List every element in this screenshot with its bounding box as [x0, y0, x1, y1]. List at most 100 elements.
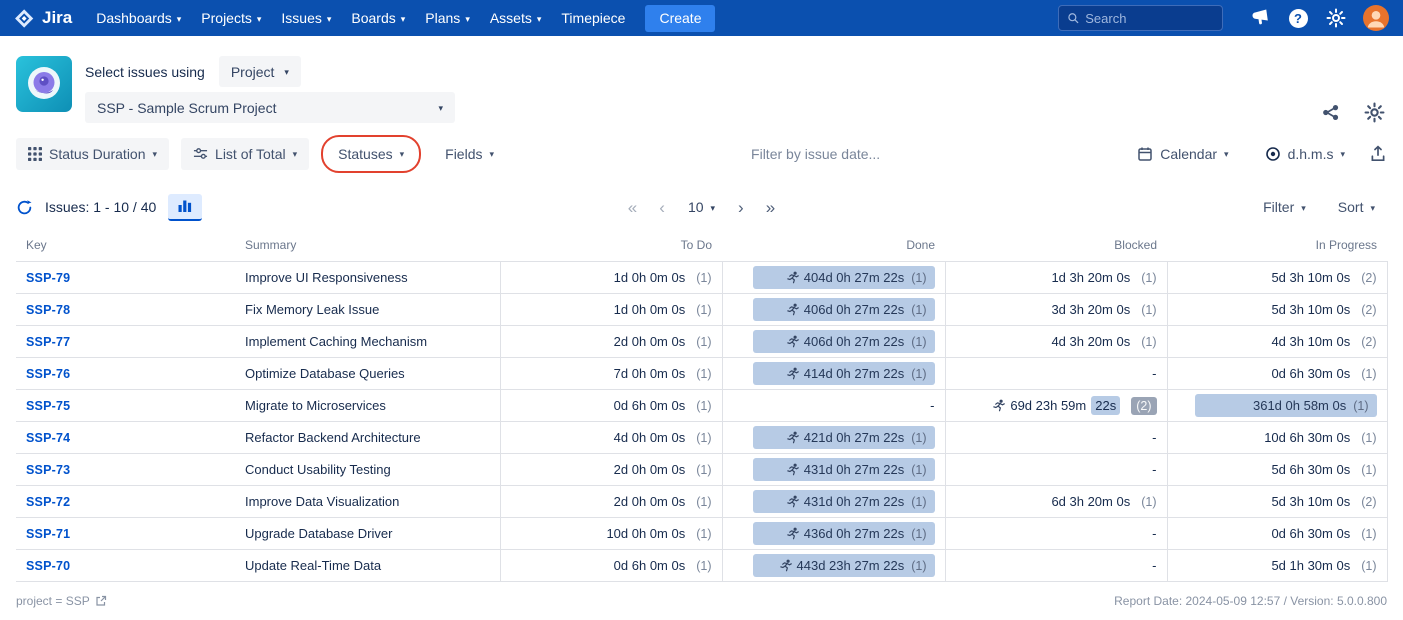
nav-item-assets[interactable]: Assets ▾ [480, 10, 552, 26]
duration-value: 414d 0h 27m 22s [803, 366, 905, 381]
settings-button[interactable] [1321, 2, 1351, 34]
duration-cell: 406d 0h 27m 22s (1) [722, 293, 946, 326]
table-body: SSP-79 Improve UI Responsiveness 1d 0h 0m … [16, 261, 1388, 582]
issue-key-link[interactable]: SSP-74 [26, 431, 70, 445]
statuses-dropdown[interactable]: Statuses ▾ [326, 138, 416, 170]
project-dropdown[interactable]: SSP - Sample Scrum Project ▾ [85, 92, 455, 123]
issue-key-link[interactable]: SSP-70 [26, 559, 70, 573]
issue-count-badge: (1) [911, 558, 927, 573]
announcements-button[interactable] [1245, 2, 1275, 34]
summary-cell: Implement Caching Mechanism [235, 325, 501, 358]
issue-count-badge: (1) [1361, 462, 1377, 477]
runner-icon [787, 367, 799, 380]
issue-key-link[interactable]: SSP-77 [26, 335, 70, 349]
nav-item-projects[interactable]: Projects ▾ [191, 10, 271, 26]
column-header-done[interactable]: Done [722, 238, 945, 262]
navbar-search[interactable] [1058, 5, 1223, 31]
report-settings-button[interactable] [1364, 102, 1385, 123]
nav-item-issues[interactable]: Issues ▾ [271, 10, 341, 26]
chart-view-button[interactable] [168, 193, 203, 221]
issue-key-link[interactable]: SSP-73 [26, 463, 70, 477]
duration-cell: 414d 0h 27m 22s (1) [722, 357, 946, 390]
nav-item-plans[interactable]: Plans ▾ [415, 10, 480, 26]
summary-cell: Improve UI Responsiveness [235, 261, 501, 294]
nav-item-label: Timepiece [561, 10, 626, 26]
duration-value: 5d 1h 30m 0s [1271, 558, 1351, 573]
issue-count-badge: (1) [696, 558, 712, 573]
issue-key-link[interactable]: SSP-79 [26, 271, 70, 285]
nav-item-label: Projects [201, 10, 252, 26]
issue-key-link[interactable]: SSP-76 [26, 367, 70, 381]
chevron-down-icon: ▾ [400, 13, 406, 24]
chevron-down-icon: ▾ [465, 13, 470, 24]
first-page-button[interactable]: « [617, 199, 648, 216]
summary-cell: Migrate to Microservices [235, 389, 501, 422]
jql-text: project = SSP [16, 594, 90, 608]
column-header-blocked[interactable]: Blocked [945, 238, 1167, 262]
issue-key-link[interactable]: SSP-71 [26, 527, 70, 541]
duration-cell: 10d 6h 30m 0s (1) [1167, 421, 1388, 454]
export-button[interactable] [1369, 145, 1387, 163]
duration-value: 5d 6h 30m 0s [1271, 462, 1351, 477]
duration-cell: 10d 0h 0m 0s (1) [500, 517, 723, 550]
duration-value: 404d 0h 27m 22s [803, 270, 905, 285]
share-button[interactable] [1321, 103, 1340, 122]
issue-key-link[interactable]: SSP-78 [26, 303, 70, 317]
chevron-down-icon: ▾ [284, 67, 289, 77]
runner-icon [787, 495, 799, 508]
duration-value: 406d 0h 27m 22s [803, 334, 905, 349]
jql-query-link[interactable]: project = SSP [16, 594, 107, 608]
report-footer: project = SSP Report Date: 2024-05-09 12… [16, 594, 1387, 608]
key-cell: SSP-78 [16, 293, 235, 326]
duration-cell: 431d 0h 27m 22s (1) [722, 453, 946, 486]
runner-icon [787, 335, 799, 348]
duration-cell: 361d 0h 58m 0s (1) [1167, 389, 1388, 422]
user-avatar[interactable] [1363, 5, 1389, 31]
create-button[interactable]: Create [645, 4, 716, 32]
duration-format-dropdown[interactable]: d.h.m.s ▾ [1253, 138, 1357, 170]
duration-value: 421d 0h 27m 22s [803, 430, 905, 445]
help-icon: ? [1288, 8, 1308, 28]
issue-count-badge: (1) [696, 366, 712, 381]
column-header-in-progress[interactable]: In Progress [1167, 238, 1387, 262]
filter-dropdown[interactable]: Filter ▾ [1251, 191, 1318, 223]
issue-source-dropdown[interactable]: Project ▾ [218, 56, 301, 87]
fields-dropdown[interactable]: Fields ▾ [433, 138, 506, 170]
duration-cell: 5d 3h 10m 0s (2) [1167, 485, 1388, 518]
help-button[interactable]: ? [1283, 2, 1313, 34]
duration-value: 431d 0h 27m 22s [803, 462, 905, 477]
issue-key-link[interactable]: SSP-75 [26, 399, 70, 413]
report-type-dropdown[interactable]: Status Duration ▾ [16, 137, 170, 170]
nav-item-dashboards[interactable]: Dashboards ▾ [86, 10, 191, 26]
nav-item-timepiece[interactable]: Timepiece [551, 10, 635, 26]
select-issues-label: Select issues using [85, 63, 205, 80]
duration-cell: 443d 23h 27m 22s (1) [722, 549, 946, 582]
search-input[interactable] [1085, 10, 1214, 26]
duration-value: 4d 0h 0m 0s [613, 430, 686, 445]
last-page-button[interactable]: » [755, 199, 786, 216]
jira-logo[interactable]: Jira [14, 8, 72, 29]
column-header-summary[interactable]: Summary [235, 238, 500, 262]
prev-page-button[interactable]: ‹ [648, 199, 676, 216]
runner-icon [787, 463, 799, 476]
nav-item-boards[interactable]: Boards ▾ [341, 10, 415, 26]
filter-sort-group: Filter ▾ Sort ▾ [1251, 191, 1387, 223]
duration-value: 406d 0h 27m 22s [803, 302, 905, 317]
issue-date-filter[interactable]: Filter by issue date... [751, 146, 880, 162]
duration-value: 0d 6h 0m 0s [613, 398, 686, 413]
sort-label: Sort [1337, 199, 1364, 215]
sort-dropdown[interactable]: Sort ▾ [1326, 191, 1387, 223]
column-header-to-do[interactable]: To Do [500, 238, 722, 262]
list-mode-dropdown[interactable]: List of Total ▾ [181, 137, 310, 170]
next-page-button[interactable]: › [727, 199, 755, 216]
duration-format-label: d.h.m.s [1287, 145, 1334, 162]
chevron-down-icon: ▾ [326, 13, 332, 24]
issue-key-link[interactable]: SSP-72 [26, 495, 70, 509]
page-size-select[interactable]: 10 ▾ [676, 199, 727, 215]
nav-item-label: Issues [281, 10, 322, 26]
column-header-key[interactable]: Key [16, 238, 235, 262]
report-type-label: Status Duration [49, 145, 146, 162]
chevron-down-icon: ▾ [536, 13, 542, 24]
calendar-dropdown[interactable]: Calendar ▾ [1125, 138, 1240, 170]
refresh-button[interactable] [16, 199, 33, 216]
